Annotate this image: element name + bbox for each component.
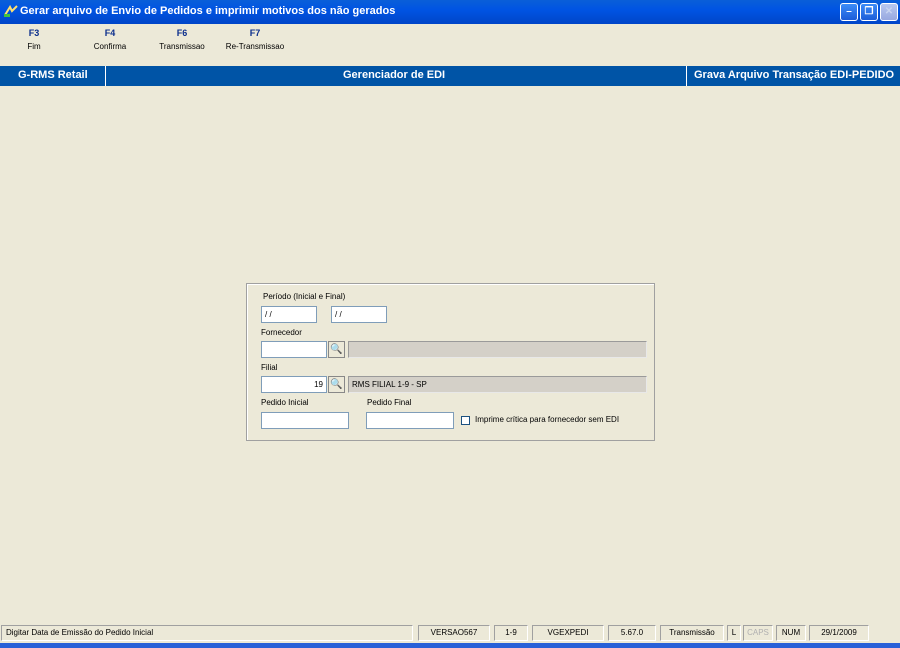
- filter-panel: Período (Inicial e Final) / / / / Fornec…: [246, 283, 655, 441]
- restore-icon: ❐: [864, 6, 874, 17]
- close-icon: ✕: [884, 6, 894, 17]
- restore-button[interactable]: ❐: [860, 3, 878, 21]
- binoculars-icon: 🔍: [330, 344, 343, 355]
- transaction-name: Grava Arquivo Transação EDI-PEDIDO: [694, 69, 895, 81]
- status-mode: Transmissão: [660, 625, 724, 641]
- status-l: L: [727, 625, 741, 641]
- f6-transmissao-button[interactable]: F6 Transmissao: [154, 28, 210, 51]
- fkey-label: Fim: [27, 42, 41, 51]
- close-button[interactable]: ✕: [880, 3, 898, 21]
- fornecedor-code-input[interactable]: [261, 341, 327, 358]
- status-date: 29/1/2009: [809, 625, 869, 641]
- fornecedor-label: Fornecedor: [261, 328, 302, 337]
- fornecedor-lookup-button[interactable]: 🔍: [328, 341, 345, 358]
- filial-code-input[interactable]: 19: [261, 376, 327, 393]
- app-icon: [4, 5, 18, 17]
- periodo-final-input[interactable]: / /: [331, 306, 387, 323]
- periodo-inicial-input[interactable]: / /: [261, 306, 317, 323]
- divider: [686, 66, 687, 86]
- status-program: VGEXPEDI: [532, 625, 604, 641]
- fkey-label: Confirma: [93, 42, 127, 51]
- status-version: VERSAO567: [418, 625, 490, 641]
- module-name: Gerenciador de EDI: [343, 69, 446, 81]
- filial-label: Filial: [261, 363, 278, 372]
- pedido-final-label: Pedido Final: [367, 398, 412, 407]
- taskbar-edge: [0, 643, 900, 648]
- module-header-bar: G-RMS Retail Gerenciador de EDI Grava Ar…: [0, 66, 900, 86]
- minimize-button[interactable]: –: [840, 3, 858, 21]
- divider: [105, 66, 106, 86]
- pedido-inicial-label: Pedido Inicial: [261, 398, 309, 407]
- minimize-icon: –: [846, 6, 852, 17]
- window-title: Gerar arquivo de Envio de Pedidos e impr…: [20, 5, 396, 17]
- imprime-critica-checkbox[interactable]: [461, 416, 470, 425]
- pedido-inicial-input[interactable]: [261, 412, 349, 429]
- status-bar: Digitar Data de Emissão do Pedido Inicia…: [0, 624, 900, 642]
- fkey-code: F3: [28, 28, 40, 38]
- fkey-label: Re-Transmissao: [225, 42, 285, 51]
- status-caps: CAPS: [743, 625, 773, 641]
- fkey-label: Transmissao: [159, 42, 205, 51]
- fkey-code: F7: [249, 28, 261, 38]
- fornecedor-name-field: [348, 341, 647, 358]
- status-build: 5.67.0: [608, 625, 656, 641]
- status-message: Digitar Data de Emissão do Pedido Inicia…: [1, 625, 413, 641]
- periodo-label: Período (Inicial e Final): [263, 292, 346, 301]
- imprime-critica-label: Imprime crítica para fornecedor sem EDI: [475, 415, 620, 424]
- product-name: G-RMS Retail: [18, 69, 88, 81]
- function-key-toolbar: F3 Fim F4 Confirma F6 Transmissao F7 Re-…: [0, 28, 900, 62]
- binoculars-icon: 🔍: [330, 379, 343, 390]
- filial-name-field: RMS FILIAL 1-9 - SP: [348, 376, 647, 393]
- status-filial: 1-9: [494, 625, 528, 641]
- filial-lookup-button[interactable]: 🔍: [328, 376, 345, 393]
- title-bar: Gerar arquivo de Envio de Pedidos e impr…: [0, 0, 900, 24]
- f4-confirma-button[interactable]: F4 Confirma: [88, 28, 132, 51]
- fkey-code: F4: [104, 28, 116, 38]
- fkey-code: F6: [176, 28, 188, 38]
- f3-fim-button[interactable]: F3 Fim: [22, 28, 46, 51]
- f7-retransmissao-button[interactable]: F7 Re-Transmissao: [218, 28, 292, 51]
- status-num: NUM: [776, 625, 806, 641]
- pedido-final-input[interactable]: [366, 412, 454, 429]
